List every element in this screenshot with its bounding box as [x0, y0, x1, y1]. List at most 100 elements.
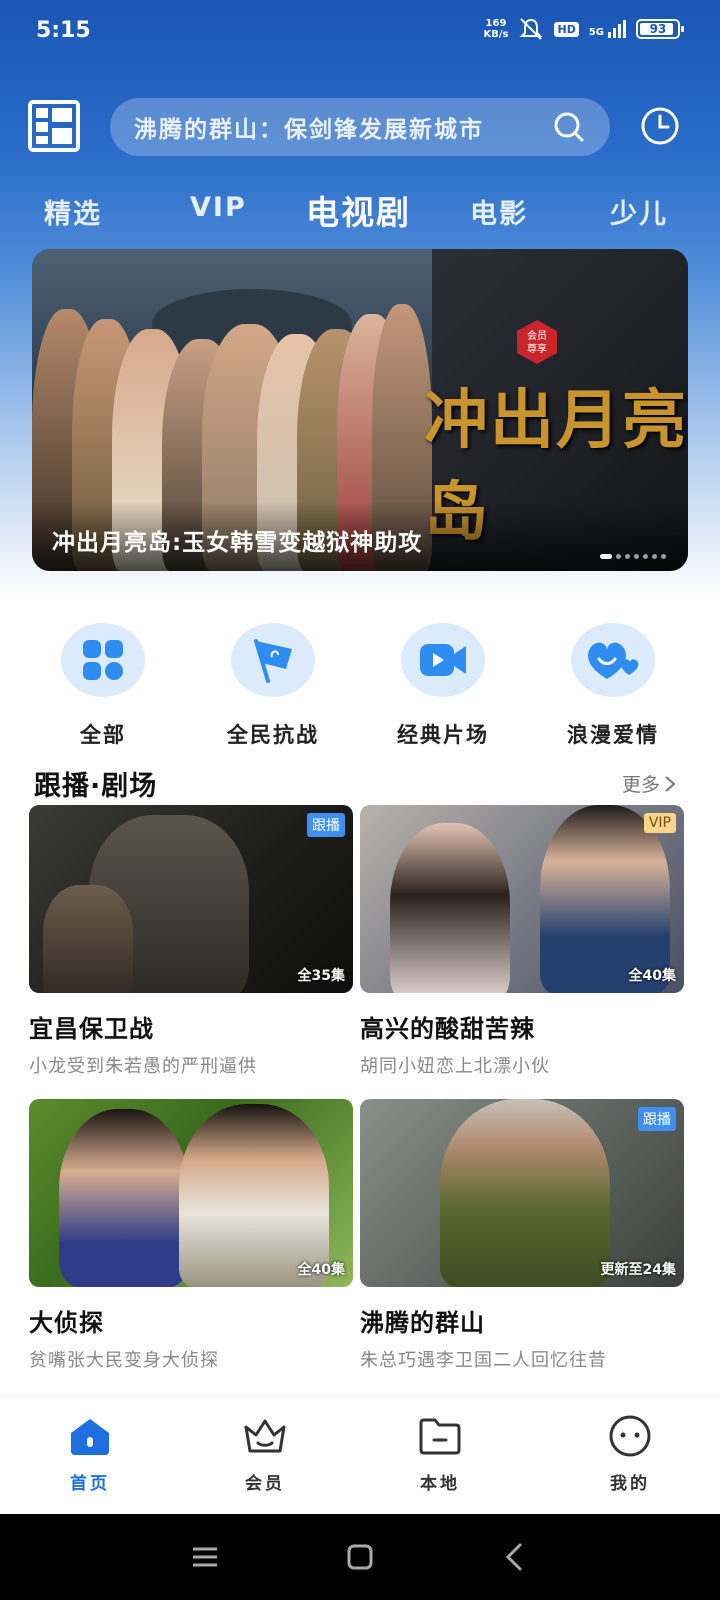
battery-level: 93	[649, 22, 667, 36]
banner-caption-overlay: 冲出月亮岛:玉女韩雪变越狱神助攻	[32, 501, 688, 571]
signal-icon: 5G	[589, 20, 626, 38]
more-link[interactable]: 更多	[622, 770, 676, 797]
nav-label: 我的	[610, 1474, 650, 1494]
flag-icon	[254, 639, 292, 683]
search-icon[interactable]	[552, 110, 586, 144]
battery-icon: 93	[636, 19, 684, 39]
category-label: 全部	[80, 723, 126, 747]
show-subtitle: 胡同小妞恋上北漂小伙	[360, 1056, 550, 1077]
pagination-dot	[652, 554, 657, 559]
episode-count: 全40集	[628, 968, 676, 984]
folder-icon	[419, 1418, 461, 1455]
show-card[interactable]: 全40集 大侦探 贫嘴张大民变身大侦探	[29, 1099, 353, 1372]
episode-count: 全40集	[297, 1262, 345, 1278]
show-title[interactable]: 大侦探	[29, 1303, 353, 1338]
tab-vip[interactable]: VIP	[190, 192, 247, 223]
nav-label: 本地	[420, 1474, 460, 1494]
banner-caption: 冲出月亮岛:玉女韩雪变越狱神助攻	[52, 530, 423, 556]
more-label[interactable]: 更多	[622, 770, 660, 797]
show-title[interactable]: 宜昌保卫战	[29, 1009, 353, 1044]
history-clock-icon[interactable]	[640, 106, 680, 146]
category-classic[interactable]: 经典片场	[358, 623, 528, 749]
category-menu-icon[interactable]	[28, 100, 80, 152]
scene-figure	[43, 885, 133, 993]
network-speed-unit: KB/s	[483, 29, 509, 40]
pagination-dot	[600, 554, 612, 559]
scene-figure	[440, 1099, 610, 1287]
status-bar: 5:15 169 KB/s HD 5G 93	[0, 0, 720, 68]
category-icon-bg	[231, 623, 315, 697]
network-speed: 169 KB/s	[484, 18, 509, 40]
pagination-dot	[625, 554, 630, 559]
category-war[interactable]: 全民抗战	[188, 623, 358, 749]
scene-figure	[59, 1109, 189, 1287]
nav-label: 会员	[245, 1474, 285, 1494]
tab-tv-series[interactable]: 电视剧	[306, 186, 411, 234]
scene-figure	[390, 823, 510, 993]
episode-count: 更新至24集	[600, 1262, 676, 1278]
category-icon-bg	[61, 623, 145, 697]
hero-banner[interactable]: 冲出月亮岛 冲出月亮岛:玉女韩雪变越狱神助攻	[32, 249, 688, 571]
pagination-dot	[661, 554, 666, 559]
home-button-icon[interactable]	[345, 1542, 375, 1572]
episode-count: 全35集	[297, 968, 345, 984]
heart-icon	[588, 642, 639, 679]
banner-pagination	[600, 554, 666, 559]
nav-label: 首页	[70, 1474, 110, 1494]
nav-mine[interactable]: 我的	[570, 1413, 690, 1494]
network-type: 5G	[588, 27, 604, 38]
category-label: 经典片场	[397, 723, 489, 747]
show-card[interactable]: 跟播 全35集 宜昌保卫战 小龙受到朱若愚的严刑逼供	[29, 805, 353, 1078]
category-icon-bg	[401, 623, 485, 697]
system-navigation-bar	[0, 1514, 720, 1600]
status-badge: 跟播	[307, 813, 345, 837]
show-thumbnail[interactable]: 全40集	[29, 1099, 353, 1287]
nav-local[interactable]: 本地	[380, 1413, 500, 1494]
channel-tabs: 精选 VIP 电视剧 电影 少儿	[0, 182, 720, 238]
vip-badge: VIP	[643, 813, 676, 833]
menu-icon[interactable]	[190, 1542, 220, 1572]
show-title[interactable]: 高兴的酸甜苦辣	[360, 1009, 684, 1044]
home-icon	[71, 1419, 109, 1455]
show-thumbnail[interactable]: 跟播 更新至24集	[360, 1099, 684, 1287]
category-all[interactable]: 全部	[18, 623, 188, 749]
category-label: 浪漫爱情	[567, 723, 659, 747]
status-time: 5:15	[36, 18, 91, 43]
seal-text-1: 会员	[527, 329, 547, 342]
category-romance[interactable]: 浪漫爱情	[528, 623, 698, 749]
tab-kids[interactable]: 少儿	[610, 192, 668, 231]
show-card[interactable]: VIP 全40集 高兴的酸甜苦辣 胡同小妞恋上北漂小伙	[360, 805, 684, 1078]
seal-text-2: 尊享	[527, 342, 547, 355]
nav-member[interactable]: 会员	[205, 1413, 325, 1494]
chevron-right-icon	[665, 775, 676, 792]
category-label: 全民抗战	[227, 723, 319, 747]
status-badge: 跟播	[638, 1107, 676, 1131]
network-speed-value: 169	[485, 18, 507, 29]
show-thumbnail[interactable]: 跟播 全35集	[29, 805, 353, 993]
tab-movies[interactable]: 电影	[470, 192, 528, 231]
hd-badge: HD	[554, 21, 579, 37]
show-card[interactable]: 跟播 更新至24集 沸腾的群山 朱总巧遇李卫国二人回忆往昔	[360, 1099, 684, 1372]
show-subtitle: 小龙受到朱若愚的严刑逼供	[29, 1056, 257, 1077]
status-icons: 169 KB/s HD 5G 93	[484, 16, 684, 42]
show-subtitle: 朱总巧遇李卫国二人回忆往昔	[360, 1350, 607, 1371]
bottom-navigation: 首页 会员 本地 我的	[0, 1396, 720, 1514]
video-camera-icon	[420, 644, 466, 676]
pagination-dot	[616, 554, 621, 559]
show-subtitle: 贫嘴张大民变身大侦探	[29, 1350, 219, 1371]
show-title[interactable]: 沸腾的群山	[360, 1303, 684, 1338]
grid-icon	[83, 640, 123, 680]
back-icon[interactable]	[500, 1542, 530, 1572]
search-bar[interactable]: 沸腾的群山：保剑锋发展新城市	[110, 98, 610, 156]
section-title: 跟播·剧场	[34, 771, 158, 802]
profile-icon	[609, 1415, 651, 1457]
show-thumbnail[interactable]: VIP 全40集	[360, 805, 684, 993]
category-icon-bg	[571, 623, 655, 697]
pagination-dot	[643, 554, 648, 559]
crown-icon	[244, 1419, 286, 1453]
search-placeholder[interactable]: 沸腾的群山：保剑锋发展新城市	[134, 110, 552, 144]
member-exclusive-seal: 会员 尊享	[513, 318, 561, 366]
nav-home[interactable]: 首页	[30, 1413, 150, 1494]
pagination-dot	[634, 554, 639, 559]
tab-featured[interactable]: 精选	[44, 192, 102, 231]
